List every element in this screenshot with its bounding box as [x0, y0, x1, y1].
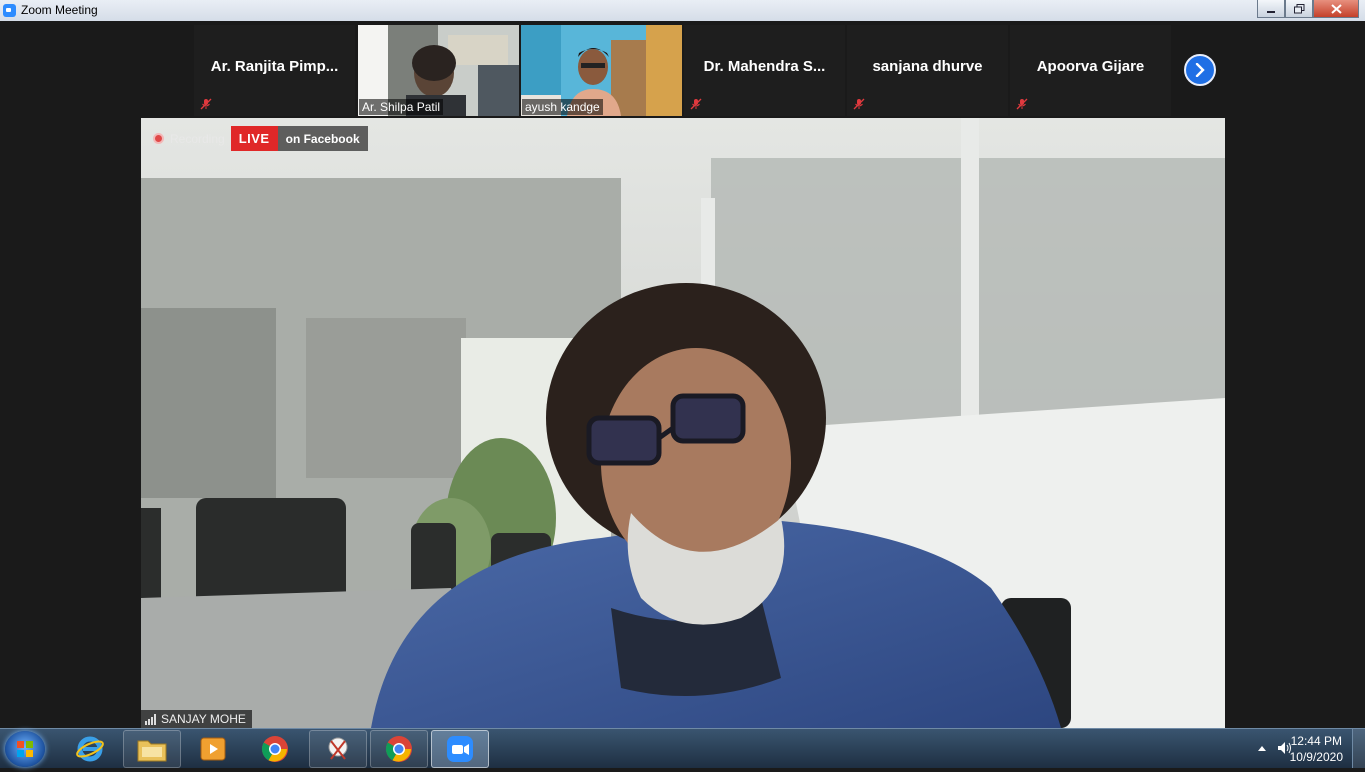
live-indicator: LIVE	[230, 126, 278, 151]
muted-mic-icon	[1016, 98, 1028, 110]
window-title: Zoom Meeting	[21, 3, 98, 17]
clock-time: 12:44 PM	[1290, 734, 1342, 748]
connection-signal-icon	[145, 713, 156, 725]
participant-name: sanjana dhurve	[872, 58, 983, 75]
next-participants-button[interactable]	[1184, 54, 1216, 86]
recording-live-badge: Recording LIVE on Facebook	[149, 126, 368, 151]
windows-logo-icon	[17, 741, 33, 757]
participant-video-tile[interactable]: ayush kandge	[521, 25, 682, 116]
participant-name: Apoorva Gijare	[1036, 58, 1145, 75]
chrome-icon	[261, 736, 288, 762]
taskbar-chrome[interactable]	[246, 730, 304, 768]
participant-tile[interactable]: sanjana dhurve	[847, 25, 1008, 116]
speaker-name-label: SANJAY MOHE	[141, 710, 252, 728]
participant-tile[interactable]: Dr. Mahendra S...	[684, 25, 845, 116]
participant-tile[interactable]: Ar. Ranjita Pimp...	[194, 25, 355, 116]
system-tray: 12:44 PM 10/9/2020	[1205, 729, 1365, 768]
participant-name: Ar. Shilpa Patil	[359, 99, 444, 115]
window-title-bar[interactable]: Zoom Meeting	[0, 0, 1365, 22]
media-player-icon	[200, 737, 226, 761]
folder-icon	[137, 740, 167, 762]
record-dot-icon	[153, 133, 164, 144]
clock-date: 10/9/2020	[1289, 750, 1343, 764]
participant-name: Dr. Mahendra S...	[703, 58, 826, 75]
speaker-name: SANJAY MOHE	[161, 712, 246, 726]
snipping-tool-icon	[328, 737, 348, 760]
minimize-icon	[1267, 10, 1275, 13]
minimize-button[interactable]	[1257, 0, 1285, 18]
taskbar-chrome-window[interactable]	[370, 730, 428, 768]
taskbar-zoom[interactable]	[431, 730, 489, 768]
recording-label: Recording	[170, 131, 225, 146]
participant-name: Ar. Ranjita Pimp...	[210, 58, 339, 75]
taskbar-snipping-tool[interactable]	[309, 730, 367, 768]
taskbar-media-player[interactable]	[184, 730, 242, 768]
participant-strip: Ar. Ranjita Pimp... Ar. Shilpa Patil ayu…	[0, 21, 1365, 118]
participant-name: ayush kandge	[522, 99, 603, 115]
close-button[interactable]	[1313, 0, 1359, 18]
close-icon	[1330, 3, 1342, 14]
taskbar-file-explorer[interactable]	[123, 730, 181, 768]
restore-icon	[1293, 3, 1304, 13]
system-clock[interactable]: 12:44 PM 10/9/2020	[1290, 733, 1343, 765]
muted-mic-icon	[690, 98, 702, 110]
taskbar: 12:44 PM 10/9/2020	[0, 728, 1365, 768]
participant-tile[interactable]: Apoorva Gijare	[1010, 25, 1171, 116]
recording-indicator[interactable]: Recording	[149, 126, 231, 151]
internet-explorer-icon	[76, 736, 104, 762]
chevron-right-icon	[1195, 63, 1205, 77]
speaker-video-feed	[141, 118, 1225, 728]
show-desktop-button[interactable]	[1352, 729, 1365, 768]
muted-mic-icon	[200, 98, 212, 110]
show-hidden-icons-icon[interactable]	[1257, 744, 1267, 752]
active-speaker-video[interactable]: Recording LIVE on Facebook SANJAY MOHE	[141, 118, 1225, 728]
zoom-app-icon	[3, 4, 16, 17]
muted-mic-icon	[853, 98, 865, 110]
zoom-icon	[447, 736, 473, 762]
start-button[interactable]	[5, 731, 45, 767]
chrome-icon	[385, 736, 412, 762]
taskbar-internet-explorer[interactable]	[61, 730, 119, 768]
participant-video-tile[interactable]: Ar. Shilpa Patil	[358, 25, 519, 116]
live-platform: on Facebook	[277, 126, 368, 151]
restore-button[interactable]	[1285, 0, 1313, 18]
